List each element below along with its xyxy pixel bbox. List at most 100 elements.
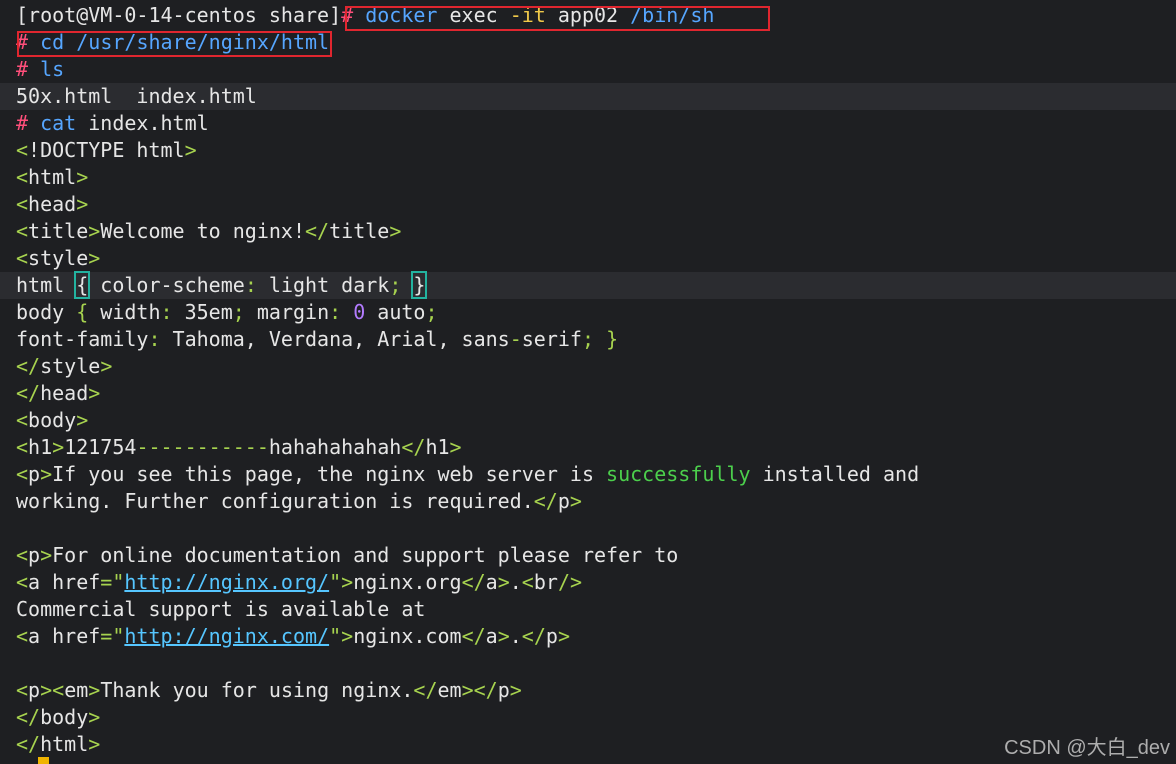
terminal-text-segment: /bin/sh — [630, 3, 715, 27]
terminal-text-segment: : — [148, 327, 161, 351]
terminal-text-segment: style — [28, 246, 89, 270]
terminal-text-segment: # — [16, 111, 41, 135]
terminal-text-segment: p — [557, 489, 570, 513]
terminal-text-segment: p — [28, 678, 41, 702]
terminal-text-segment: title — [28, 219, 89, 243]
terminal-line: working. Further configuration is requir… — [0, 488, 1176, 515]
terminal-text-segment: html — [40, 732, 89, 756]
terminal-text-segment: < — [16, 165, 29, 189]
terminal-text-segment: > — [88, 219, 101, 243]
terminal-text-segment: > — [88, 381, 101, 405]
terminal-text-segment: title — [329, 219, 390, 243]
terminal-text-segment: ></ — [461, 678, 498, 702]
terminal-text-segment: p — [497, 678, 510, 702]
terminal-text-segment: > — [76, 192, 89, 216]
terminal-text-segment: # — [16, 30, 41, 54]
terminal-line: # cd /usr/share/nginx/html — [0, 29, 1176, 56]
terminal-text-segment: a — [485, 624, 498, 648]
terminal-text-segment: exec — [437, 3, 510, 27]
terminal-text-segment: > — [88, 705, 101, 729]
terminal-text-segment: : — [160, 300, 173, 324]
terminal-text-segment: } — [606, 327, 619, 351]
terminal-text-segment: > — [76, 408, 89, 432]
terminal-text-segment: a href — [28, 570, 101, 594]
terminal-text-segment: </ — [413, 678, 438, 702]
terminal-text-segment: </ — [16, 381, 41, 405]
terminal-text-segment: a — [485, 570, 498, 594]
terminal-text-segment: nginx.com — [353, 624, 462, 648]
terminal-text-segment: h1 — [28, 435, 53, 459]
terminal-text-segment: Tahoma, Verdana, Arial, sans — [160, 327, 510, 351]
terminal-text-segment: > — [557, 624, 570, 648]
terminal-text-segment: </ — [16, 705, 41, 729]
terminal-text-segment: style — [40, 354, 101, 378]
terminal-text-segment: !DOCTYPE html — [28, 138, 185, 162]
terminal-text-segment: > — [52, 435, 65, 459]
terminal-text-segment: </ — [461, 624, 486, 648]
terminal-text-segment: p — [28, 543, 41, 567]
terminal-text-segment: head — [40, 381, 89, 405]
terminal-line: # cat index.html — [0, 110, 1176, 137]
terminal-text-segment: > — [569, 489, 582, 513]
terminal-text-segment: < — [16, 408, 29, 432]
terminal-text-segment: -it — [509, 3, 546, 27]
terminal-text-segment: Thank you for using nginx. — [100, 678, 414, 702]
terminal-text-segment: auto — [365, 300, 426, 324]
terminal-text-segment: > — [100, 354, 113, 378]
terminal-text-segment: em — [64, 678, 89, 702]
terminal-text-segment: br — [533, 570, 558, 594]
terminal-line: body { width: 35em; margin: 0 auto; — [0, 299, 1176, 326]
terminal-line: html { color-scheme: light dark; } — [0, 271, 1176, 299]
terminal-text-segment: Welcome to nginx! — [100, 219, 306, 243]
terminal-text-segment: head — [28, 192, 77, 216]
terminal-text-segment: > — [497, 624, 510, 648]
terminal-line: 50x.html index.html — [0, 83, 1176, 110]
terminal-text-segment: > — [449, 435, 462, 459]
terminal-cursor — [38, 757, 49, 764]
terminal-line: <!DOCTYPE html> — [0, 137, 1176, 164]
terminal-line: <p>For online documentation and support … — [0, 542, 1176, 569]
terminal-text-segment: < — [16, 678, 29, 702]
terminal-text-segment: body — [16, 300, 77, 324]
terminal-text-segment: "> — [329, 624, 354, 648]
terminal-text-segment: > — [40, 543, 53, 567]
terminal-line: <p>If you see this page, the nginx web s… — [0, 461, 1176, 488]
terminal-text-segment: p — [28, 462, 41, 486]
terminal-text-segment: 50x.html index.html — [16, 84, 257, 108]
terminal-text-segment: < — [16, 624, 29, 648]
terminal-line: <body> — [0, 407, 1176, 434]
terminal-text-segment: < — [16, 570, 29, 594]
terminal-text-segment: font-family — [16, 327, 149, 351]
terminal-line: font-family: Tahoma, Verdana, Arial, san… — [0, 326, 1176, 353]
terminal-text-segment: em — [437, 678, 462, 702]
terminal-text-segment: < — [16, 435, 29, 459]
terminal-text-segment: p — [545, 624, 558, 648]
terminal-output[interactable]: [root@VM-0-14-centos share]# docker exec… — [0, 2, 1176, 764]
terminal-line: <a href="http://nginx.org/">nginx.org</a… — [0, 569, 1176, 596]
terminal-text-segment: =" — [100, 624, 125, 648]
terminal-line: <style> — [0, 245, 1176, 272]
terminal-text-segment: 35em — [172, 300, 233, 324]
terminal-line: [root@VM-0-14-centos share]# docker exec… — [0, 2, 1176, 29]
terminal-text-segment: ; — [389, 273, 402, 297]
terminal-text-segment: ; — [232, 300, 245, 324]
terminal-text-segment: > — [389, 219, 402, 243]
terminal-text-segment: < — [16, 219, 29, 243]
terminal-line: <p><em>Thank you for using nginx.</em></… — [0, 677, 1176, 704]
terminal-text-segment: </ — [16, 732, 41, 756]
terminal-text-segment: body — [28, 408, 77, 432]
terminal-text-segment: a href — [28, 624, 101, 648]
terminal-text-segment: </ — [401, 435, 426, 459]
terminal-line: <h1>121754-----------hahahahahah</h1> — [0, 434, 1176, 461]
terminal-text-segment: width — [88, 300, 161, 324]
terminal-text-segment: > — [184, 138, 197, 162]
terminal-text-segment: index.html — [76, 111, 209, 135]
terminal-line: </style> — [0, 353, 1176, 380]
terminal-text-segment: Commercial support is available at — [16, 597, 426, 621]
terminal-text-segment: serif — [521, 327, 582, 351]
terminal-text-segment: working. Further configuration is requir… — [16, 489, 534, 513]
terminal-text-segment: < — [16, 543, 29, 567]
terminal-text-segment: 0 — [353, 300, 366, 324]
